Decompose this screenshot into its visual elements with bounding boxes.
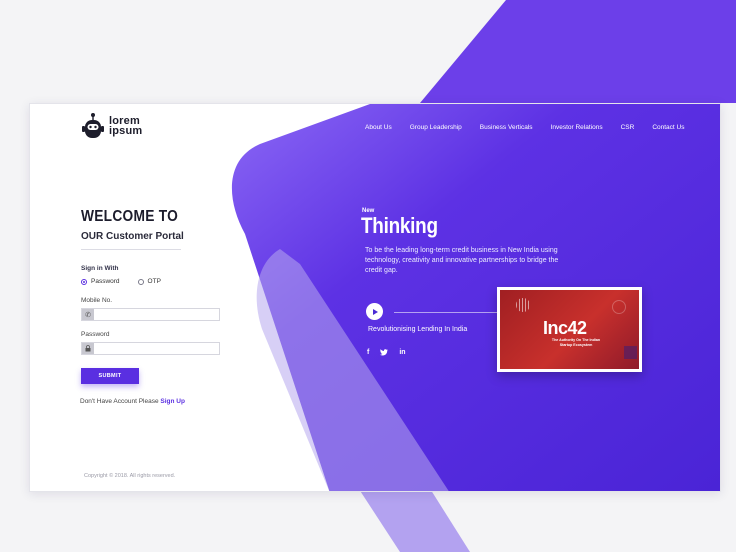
mobile-field[interactable]: ✆	[81, 308, 220, 321]
welcome-title: WELCOME TO	[81, 208, 179, 225]
password-input[interactable]	[94, 343, 219, 354]
video-thumbnail-image: Inc42 The Authority On The Indian Startu…	[500, 290, 639, 369]
portal-subtitle: OUR Customer Portal	[81, 231, 184, 242]
radio-otp-label: OTP	[147, 278, 161, 285]
lock-icon	[82, 343, 94, 354]
radio-otp[interactable]: OTP	[137, 278, 161, 285]
video-thumbnail[interactable]: Inc42 The Authority On The Indian Startu…	[497, 287, 642, 372]
nav-about-us[interactable]: About Us	[365, 124, 392, 131]
radio-password[interactable]: Password	[81, 278, 120, 285]
twitter-icon[interactable]	[380, 349, 389, 358]
brand-line2: ipsum	[109, 125, 143, 137]
radio-otp-dot[interactable]	[137, 278, 144, 285]
title-divider	[81, 249, 181, 250]
social-links: f in	[367, 349, 406, 358]
password-label: Password	[81, 331, 110, 338]
phone-icon: ✆	[82, 309, 94, 320]
copyright-text: Copyright © 2018. All rights reserved.	[84, 473, 176, 479]
sign-in-method: Password OTP	[81, 278, 179, 285]
play-icon[interactable]	[366, 303, 383, 320]
radio-password-dot[interactable]	[81, 278, 87, 285]
play-line	[394, 312, 504, 313]
mobile-input[interactable]	[94, 309, 219, 320]
ring-graphic	[612, 300, 626, 314]
inc42-logo: Inc42	[543, 318, 587, 338]
sign-in-label: Sign in With	[81, 265, 119, 272]
inc42-caption: The Authority On The Indian Startup Ecos…	[551, 338, 601, 347]
password-field[interactable]	[81, 342, 220, 355]
submit-button[interactable]: SUBMIT	[81, 368, 139, 384]
robot-logo-icon	[82, 113, 104, 138]
nav-business-verticals[interactable]: Business Verticals	[480, 124, 533, 131]
main-nav: About Us Group Leadership Business Verti…	[365, 124, 702, 131]
square-graphic	[624, 346, 637, 359]
radio-password-label: Password	[91, 278, 120, 285]
hero-title: Thinking	[361, 213, 438, 238]
nav-investor-relations[interactable]: Investor Relations	[551, 124, 603, 131]
brand-name: lorem ipsum	[109, 116, 143, 137]
brand-logo[interactable]: lorem ipsum	[82, 112, 142, 140]
signup-link[interactable]: Sign Up	[160, 398, 185, 405]
facebook-icon[interactable]: f	[367, 349, 369, 358]
hero-tagline: To be the leading long-term credit busin…	[365, 247, 559, 274]
video-label: Revolutionising Lending In India	[368, 326, 468, 333]
linkedin-icon[interactable]: in	[399, 349, 405, 358]
login-card: lorem ipsum About Us Group Leadership Bu…	[29, 103, 721, 492]
signup-prompt: Don't Have Account Please Sign Up	[80, 398, 185, 405]
nav-group-leadership[interactable]: Group Leadership	[410, 124, 462, 131]
nav-csr[interactable]: CSR	[621, 124, 635, 131]
nav-contact-us[interactable]: Contact Us	[652, 124, 684, 131]
mobile-label: Mobile No.	[81, 297, 113, 304]
signup-prompt-text: Don't Have Account Please	[80, 398, 159, 405]
dotted-sphere-graphic	[516, 298, 530, 312]
